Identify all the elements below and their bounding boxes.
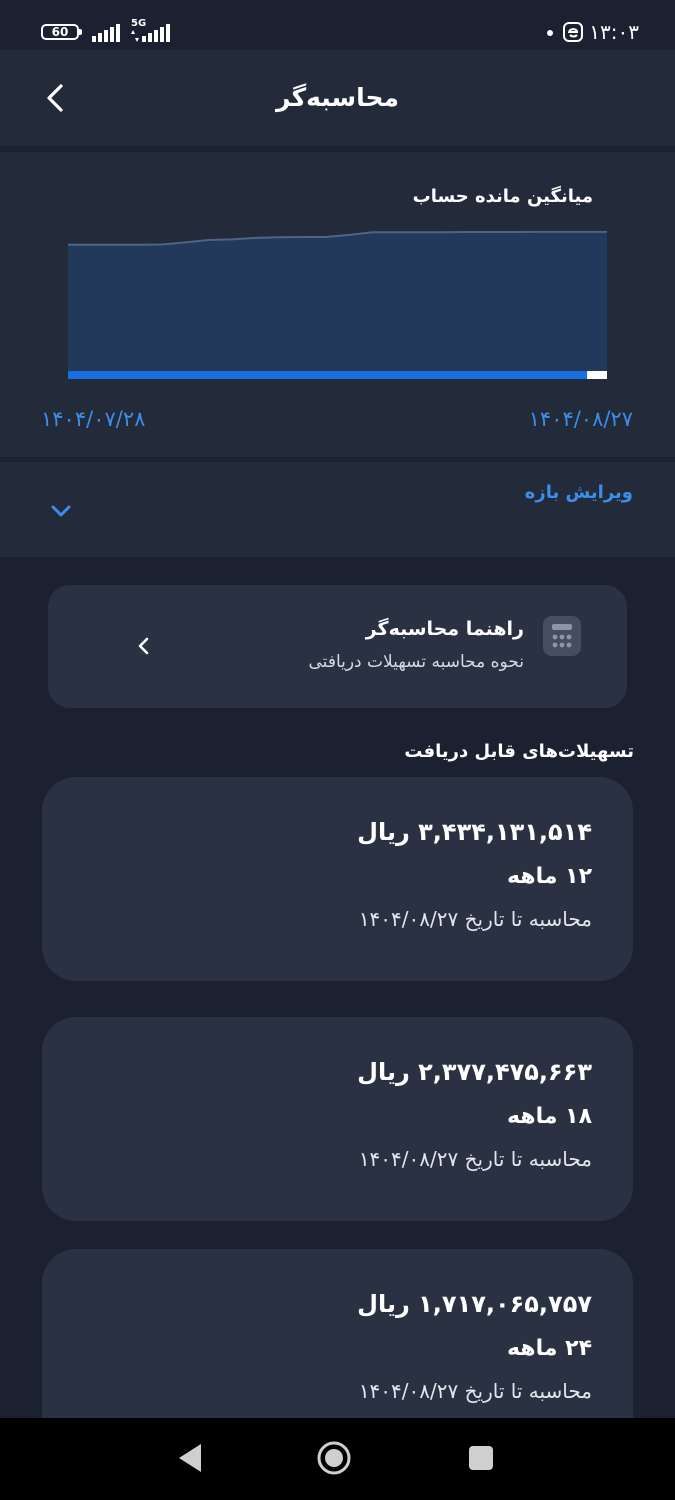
balance-chart-panel: میانگین مانده حساب ۱۴۰۴/۰۷/۲۸ ۱۴۰۴/۰۸/۲۷ [0, 152, 675, 457]
facility-calc-date: محاسبه تا تاریخ ۱۴۰۴/۰۸/۲۷ [358, 1147, 592, 1171]
facility-term: ۱۲ ماهه [507, 864, 592, 889]
chevron-left-icon [138, 637, 149, 655]
battery-level: 60 [51, 25, 69, 39]
status-time: ۱۳:۰۳ [589, 20, 639, 44]
facility-term: ۲۴ ماهه [507, 1336, 592, 1361]
chart-date-start: ۱۴۰۴/۰۷/۲۸ [41, 407, 146, 431]
triangle-back-icon[interactable] [176, 1442, 204, 1474]
notification-dot-icon [547, 30, 553, 36]
facility-amount: ۲,۳۷۷,۴۷۵,۶۶۳ ریال [357, 1058, 592, 1086]
facility-calc-date: محاسبه تا تاریخ ۱۴۰۴/۰۸/۲۷ [358, 1379, 592, 1403]
status-bar: 60 5G ۱۳:۰۳ [0, 0, 675, 50]
facility-amount: ۱,۷۱۷,۰۶۵,۷۵۷ ریال [357, 1290, 592, 1318]
balance-area-chart [68, 230, 607, 379]
range-progress-bar [68, 371, 588, 379]
battery-icon: 60 [41, 24, 82, 40]
facility-card[interactable]: ۲,۳۷۷,۴۷۵,۶۶۳ ریال ۱۸ ماهه محاسبه تا تار… [42, 1017, 633, 1221]
calculator-icon [543, 616, 581, 656]
signal-strength-icon [92, 24, 120, 42]
facility-calc-date: محاسبه تا تاریخ ۱۴۰۴/۰۸/۲۷ [358, 907, 592, 931]
system-nav-bar [0, 1418, 675, 1500]
facility-term: ۱۸ ماهه [507, 1104, 592, 1129]
circle-home-icon[interactable] [316, 1440, 352, 1476]
chart-title: میانگین مانده حساب [412, 186, 593, 207]
edit-range-button[interactable]: ویرایش بازه [525, 480, 633, 506]
facility-card[interactable]: ۳,۴۳۴,۱۳۱,۵۱۴ ریال ۱۲ ماهه محاسبه تا تار… [42, 777, 633, 981]
balance-area [68, 231, 607, 372]
data-arrows-icon [131, 30, 139, 42]
range-panel: ویرایش بازه [0, 462, 675, 557]
facilities-heading: تسهیلات‌های قابل دریافت [404, 741, 634, 762]
facility-amount: ۳,۴۳۴,۱۳۱,۵۱۴ ریال [357, 818, 592, 846]
guide-subtitle: نحوه محاسبه تسهیلات دریافتی [308, 652, 524, 672]
square-recent-icon[interactable] [468, 1445, 494, 1471]
app-notification-icon [563, 22, 583, 42]
calculator-guide-card[interactable]: راهنما محاسبه‌گر نحوه محاسبه تسهیلات دری… [48, 585, 627, 708]
guide-title: راهنما محاسبه‌گر [365, 618, 524, 640]
app-header: محاسبه‌گر [0, 50, 675, 146]
chevron-down-icon[interactable] [48, 498, 74, 524]
page-title: محاسبه‌گر [276, 83, 399, 112]
signal-strength-2-icon [142, 24, 170, 42]
chart-date-end: ۱۴۰۴/۰۸/۲۷ [528, 407, 633, 431]
